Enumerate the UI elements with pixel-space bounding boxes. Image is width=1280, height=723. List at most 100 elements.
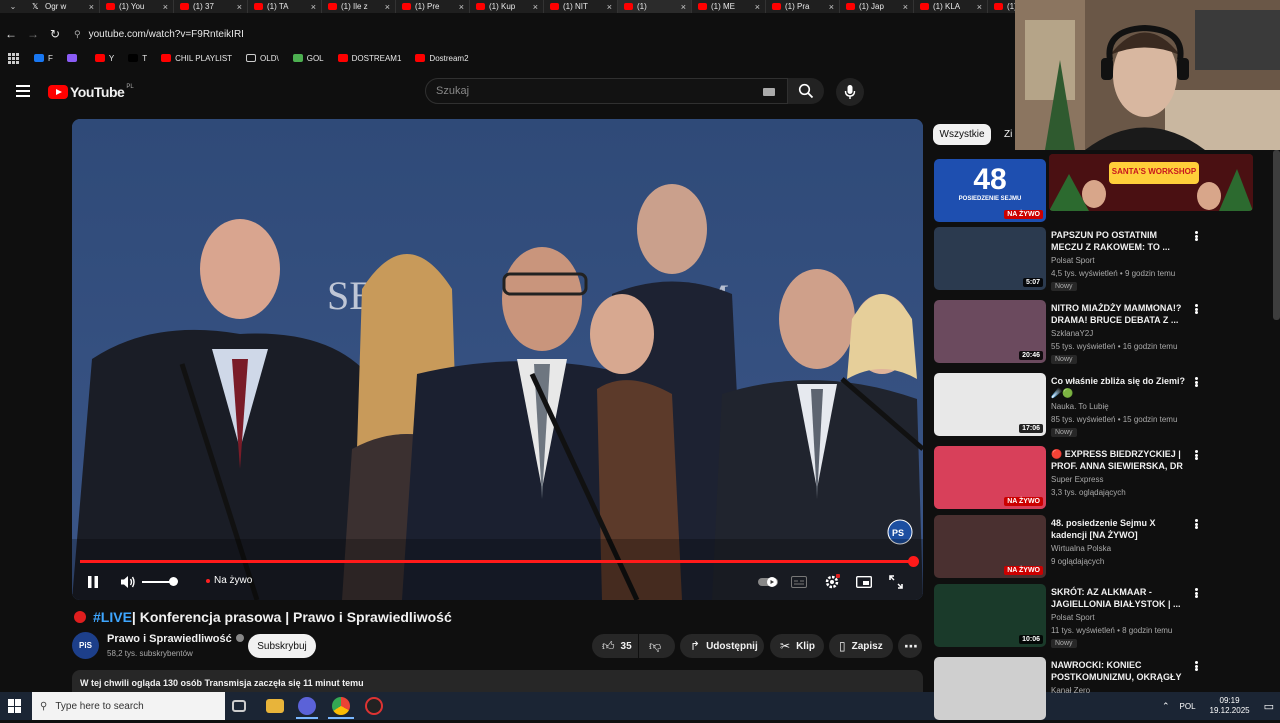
discord-icon[interactable] [298, 697, 316, 715]
rec-thumbnail[interactable]: NA ŻYWO [934, 515, 1046, 578]
rec-title[interactable]: SKRÓT: AZ ALKMAAR - JAGIELLONIA BIAŁYSTO… [1051, 586, 1191, 610]
progress-bar[interactable] [80, 560, 913, 563]
browser-tab[interactable]: (1) KLA × [914, 0, 988, 13]
task-view-icon[interactable] [232, 700, 246, 712]
bookmark-item[interactable]: CHIL PLAYLIST [161, 54, 232, 63]
more-vertical-icon[interactable] [1192, 229, 1200, 243]
miniplayer-button[interactable] [854, 573, 874, 591]
browser-tab[interactable]: (1) × [618, 0, 692, 13]
tab-close-icon[interactable]: × [237, 2, 242, 12]
rec-channel[interactable]: SzklanaY2J [1051, 329, 1093, 338]
recommended-video[interactable]: 10:06 SKRÓT: AZ ALKMAAR - JAGIELLONIA BIA… [934, 584, 1274, 650]
description-box[interactable]: W tej chwili ogląda 130 osób Transmisja … [72, 670, 923, 692]
obs-icon[interactable] [365, 697, 383, 715]
dislike-button[interactable]: 👎︎ [639, 634, 675, 658]
share-button[interactable]: ↱ Udostępnij [680, 634, 764, 658]
pause-button[interactable] [84, 573, 102, 591]
tab-close-icon[interactable]: × [163, 2, 168, 12]
settings-button[interactable] [822, 573, 842, 591]
forward-arrow-icon[interactable]: → [22, 27, 44, 41]
subscribe-button[interactable]: Subskrybuj [248, 634, 316, 658]
tab-close-icon[interactable]: × [903, 2, 908, 12]
like-button[interactable]: 👍︎ 35 [592, 634, 638, 658]
rec-channel[interactable]: Super Express [1051, 475, 1103, 484]
more-actions-button[interactable]: ⋯ [898, 634, 922, 658]
tab-close-icon[interactable]: × [829, 2, 834, 12]
browser-tab[interactable]: 𝕏 Ogr w × [26, 0, 100, 13]
recommended-video[interactable]: 5:07 PAPSZUN PO OSTATNIM MECZU Z RAKOWEM:… [934, 227, 1274, 293]
save-button[interactable]: ▯ Zapisz [829, 634, 893, 658]
promo-banner[interactable]: SANTA'S WORKSHOP [1049, 154, 1253, 211]
rec-title[interactable]: NAWROCKI: KONIEC POSTKOMUNIZMU, OKRĄGŁY … [1051, 659, 1191, 683]
rec-thumbnail[interactable] [934, 657, 1046, 720]
site-info-icon[interactable]: ⚲ [74, 29, 81, 40]
chip-next[interactable]: Zi [1004, 124, 1012, 145]
voice-search-button[interactable] [836, 78, 864, 106]
rec-title[interactable]: Co właśnie zbliża się do Ziemi? ☄️🟢 [1051, 375, 1191, 399]
rec-title[interactable]: NITRO MIAŻDŻY MAMMONA!? DRAMA! BRUCE DEB… [1051, 302, 1191, 326]
bookmark-item[interactable]: OLD\ [246, 54, 279, 63]
bookmark-item[interactable]: DOSTREAM1 [337, 54, 401, 63]
subtitles-button[interactable] [790, 573, 808, 591]
sidebar-scrollbar[interactable] [1273, 150, 1280, 320]
rec-channel[interactable]: Polsat Sport [1051, 613, 1095, 622]
channel-avatar[interactable]: PiS [72, 632, 99, 659]
search-button[interactable] [788, 78, 824, 104]
back-arrow-icon[interactable]: ← [0, 27, 22, 41]
apps-grid-icon[interactable] [8, 53, 19, 64]
browser-tab[interactable]: (1) Pre × [396, 0, 470, 13]
tab-close-icon[interactable]: × [681, 2, 686, 12]
more-vertical-icon[interactable] [1192, 659, 1200, 673]
browser-tab[interactable]: (1) 37 × [174, 0, 248, 13]
tab-close-icon[interactable]: × [533, 2, 538, 12]
rec-channel[interactable]: Wirtualna Polska [1051, 544, 1111, 553]
tab-close-icon[interactable]: × [607, 2, 612, 12]
recommended-video[interactable]: 17:06 Co właśnie zbliża się do Ziemi? ☄️🟢… [934, 373, 1274, 439]
rec-title[interactable]: 48. posiedzenie Sejmu X kadencji [NA ŻYW… [1051, 517, 1191, 541]
rec-thumbnail[interactable]: NA ŻYWO [934, 446, 1046, 509]
autoplay-toggle[interactable] [758, 573, 780, 591]
live-indicator[interactable]: Na żywo [206, 575, 252, 586]
rec-channel[interactable]: Nauka. To Lubię [1051, 402, 1109, 411]
rec-thumbnail[interactable]: 17:06 [934, 373, 1046, 436]
mute-button[interactable] [118, 573, 138, 591]
chip-all[interactable]: Wszystkie [933, 124, 991, 145]
youtube-logo[interactable]: YouTube PL [48, 84, 134, 100]
more-vertical-icon[interactable] [1192, 586, 1200, 600]
video-hashtag[interactable]: #LIVE [93, 609, 132, 625]
recommended-video[interactable]: NA ŻYWO 48. posiedzenie Sejmu X kadencji … [934, 515, 1274, 581]
bookmark-item[interactable]: F [34, 54, 53, 63]
windows-start-icon[interactable] [8, 699, 22, 713]
address-bar[interactable]: ⚲ youtube.com/watch?v=F9RnteikIRI [74, 24, 994, 44]
browser-tab[interactable]: (1) Pra × [766, 0, 840, 13]
clip-button[interactable]: ✂ Klip [770, 634, 824, 658]
keyboard-icon[interactable] [763, 88, 775, 96]
bookmark-item[interactable]: Dostream2 [415, 54, 469, 63]
recommended-video[interactable]: 20:46 NITRO MIAŻDŻY MAMMONA!? DRAMA! BRUC… [934, 300, 1274, 366]
more-vertical-icon[interactable] [1192, 517, 1200, 531]
video-player[interactable]: SE M PS [72, 119, 923, 600]
reload-icon[interactable]: ↻ [44, 27, 66, 41]
browser-tab[interactable]: (1) Jap × [840, 0, 914, 13]
volume-slider-handle[interactable] [169, 577, 178, 586]
tab-close-icon[interactable]: × [755, 2, 760, 12]
fullscreen-button[interactable] [886, 573, 906, 591]
bookmark-item[interactable] [66, 54, 81, 62]
rec-channel[interactable]: Kanał Zero [1051, 686, 1090, 695]
rec-thumbnail[interactable]: 20:46 [934, 300, 1046, 363]
bookmark-item[interactable]: Y [94, 54, 114, 63]
search-input[interactable] [436, 85, 756, 97]
more-vertical-icon[interactable] [1192, 302, 1200, 316]
rec-title[interactable]: 🔴 EXPRESS BIEDRZYCKIEJ | PROF. ANNA SIEW… [1051, 448, 1191, 472]
browser-tab[interactable]: (1) You × [100, 0, 174, 13]
menu-icon[interactable] [16, 85, 30, 97]
browser-tab[interactable]: (1) ME × [692, 0, 766, 13]
tab-close-icon[interactable]: × [459, 2, 464, 12]
file-explorer-icon[interactable] [266, 699, 284, 713]
tab-close-icon[interactable]: × [385, 2, 390, 12]
recommended-video[interactable]: NA ŻYWO 🔴 EXPRESS BIEDRZYCKIEJ | PROF. AN… [934, 446, 1274, 512]
bookmark-item[interactable]: T [128, 54, 147, 63]
tab-close-icon[interactable]: × [977, 2, 982, 12]
rec-thumbnail[interactable]: 5:07 [934, 227, 1046, 290]
more-vertical-icon[interactable] [1192, 375, 1200, 389]
